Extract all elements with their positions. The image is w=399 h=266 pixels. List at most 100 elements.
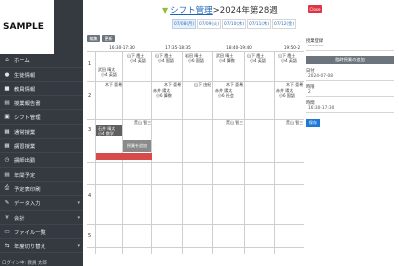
grid-line (87, 247, 304, 248)
breadcrumb: ▼ シフト管理 >2024年第28週 (162, 4, 278, 17)
grid-line (87, 162, 304, 163)
clock-icon: ◷ (4, 157, 10, 164)
sidebar-item-label: 会計 (14, 215, 25, 222)
period-field[interactable]: 2 (306, 89, 394, 97)
cell-subject: 小6 社会 (218, 93, 234, 98)
user-status: ログイン中: 教員 太郎 (2, 261, 47, 266)
row-number: 3 (88, 127, 92, 133)
sidebar-item[interactable]: ▤ 年間予定 (0, 168, 83, 182)
cell-teacher[interactable]: 荒山 智三 (134, 120, 151, 125)
time-slot-header: 18:40-19:40 (226, 45, 252, 50)
cell-teacher[interactable]: 荒山 智三 (286, 120, 303, 125)
cell-subject: 小6 算数 (156, 93, 172, 98)
money-icon: ¥ (5, 214, 9, 221)
cell-teacher[interactable]: 木下 亜希 (105, 82, 122, 87)
chevron-down-icon: ▾ (77, 214, 80, 221)
cell-subject: 小4 英語 (250, 58, 266, 63)
grid-line (87, 224, 304, 225)
cell-subject: 小4 国語 (158, 58, 174, 63)
switch-icon: ⇆ (4, 243, 10, 250)
calendar-icon: ▤ (4, 171, 10, 178)
time-slot-header: 16:30-17:30 (109, 45, 135, 50)
selected-lesson-cell[interactable]: 石井 晴太 小4 数学 (96, 125, 122, 136)
cell-subject: 小4 英語 (281, 58, 297, 63)
grid-line (87, 119, 304, 120)
row-number: 5 (88, 233, 92, 239)
row-header-blank (87, 44, 96, 51)
date-tab[interactable]: 07/08(月) (172, 19, 196, 29)
logo-box: SAMPLE (0, 0, 54, 54)
date-field[interactable]: 2024-07-08 (306, 73, 394, 81)
sidebar-item[interactable]: ⎙ 予定表印刷 (0, 183, 83, 197)
conflict-indicator (96, 153, 152, 160)
chevron-down-icon: ▾ (77, 200, 80, 207)
class-select[interactable]: ---------- (306, 43, 394, 51)
date-tab[interactable]: 07/11(木) (247, 19, 271, 29)
sidebar-item[interactable]: ▦ 講習授業 (0, 140, 83, 154)
sidebar-item[interactable]: ▤ 授業報告書 (0, 97, 83, 111)
cell-subject: 小6 国語 (279, 93, 295, 98)
cell-subject: 小4 英語 (130, 58, 146, 63)
class-icon: ▦ (4, 128, 10, 135)
sidebar-item-label: 年度切り替え (14, 244, 46, 251)
sidebar-item[interactable]: ▭ ファイル一覧 (0, 226, 83, 240)
sidebar-item[interactable]: ■ 教員情報 (0, 83, 83, 97)
shift-icon: ▣ (4, 114, 10, 121)
user-icon: ● (4, 71, 10, 78)
print-icon: ⎙ (4, 185, 10, 192)
breadcrumb-current: >2024年第28週 (212, 6, 278, 16)
sidebar-item-label: 予定表印刷 (14, 186, 41, 193)
sidebar-item-label: シフト管理 (14, 115, 41, 122)
chevron-down-icon: ▾ (77, 243, 80, 250)
time-slot-header: 17:35-18:35 (165, 45, 191, 50)
cell-subject: 小4 数学 (98, 131, 114, 136)
add-lesson-button[interactable]: 授業を追加 (123, 140, 151, 152)
sidebar-item-label: ファイル一覧 (14, 229, 46, 236)
sidebar-item[interactable]: ⌂ ホーム (0, 54, 83, 68)
grid-line (87, 184, 304, 185)
data-icon: ✎ (4, 200, 10, 207)
sidebar-item[interactable]: ¥ 会計 ▾ (0, 211, 83, 225)
close-button[interactable]: Close (308, 5, 322, 13)
time-field[interactable]: 16:30-17:30 (306, 105, 394, 113)
sidebar-item-label: ホーム (14, 58, 30, 65)
update-button[interactable]: 更新 (102, 35, 115, 42)
cell-teacher[interactable]: 木下 亜希 (286, 82, 303, 87)
sidebar-item-label: 生徒情報 (14, 72, 36, 79)
sidebar-item-label: 通常授業 (14, 129, 36, 136)
cell-subject: 小6 国語 (188, 58, 204, 63)
cell-teacher[interactable]: 山下 由紀 (194, 82, 211, 87)
logo: SAMPLE (3, 22, 44, 32)
row-number: 1 (88, 61, 92, 67)
sidebar-item[interactable]: ✎ データ入力 ▾ (0, 197, 83, 211)
sidebar-item-label: 講師出勤 (14, 158, 36, 165)
row-number: 4 (88, 193, 92, 199)
date-tab[interactable]: 07/09(火) (197, 19, 221, 29)
cell-teacher[interactable]: 木下 亜希 (226, 82, 243, 87)
sidebar-item-label: 年間予定 (14, 172, 36, 179)
home-icon: ⌂ (5, 57, 9, 64)
add-temp-lesson-button[interactable]: 臨時授業の追加 (306, 56, 394, 64)
report-icon: ▤ (4, 100, 10, 107)
cell-subject: 小4 算数 (219, 58, 235, 63)
date-tab[interactable]: 07/12(金) (272, 19, 296, 29)
course-icon: ▦ (4, 143, 10, 150)
date-tab[interactable]: 07/10(水) (222, 19, 246, 29)
sidebar-item-label: 講習授業 (14, 144, 36, 151)
sidebar-item-label: データ入力 (14, 201, 41, 208)
folder-icon: ▭ (4, 228, 10, 235)
breadcrumb-home-link[interactable]: シフト管理 (170, 4, 213, 16)
cell-teacher[interactable]: 荒山 智三 (226, 120, 243, 125)
save-button[interactable]: 保存 (306, 119, 320, 127)
sidebar-item[interactable]: ● 生徒情報 (0, 68, 83, 82)
edit-button[interactable]: 編集 (87, 35, 100, 42)
cell-teacher[interactable]: 木下 亜希 (164, 82, 181, 87)
schedule-grid: 16:30-17:30 17:35-18:35 18:40-19:40 19:5… (87, 44, 304, 254)
teacher-icon: ■ (4, 85, 10, 92)
sidebar-item[interactable]: ◷ 講師出勤 (0, 154, 83, 168)
sidebar-item-label: 授業報告書 (14, 101, 41, 108)
grid-line (87, 51, 304, 52)
sidebar-item[interactable]: ▦ 通常授業 (0, 126, 83, 139)
sidebar-item[interactable]: ▣ シフト管理 (0, 111, 83, 125)
sidebar-item[interactable]: ⇆ 年度切り替え ▾ (0, 240, 83, 254)
